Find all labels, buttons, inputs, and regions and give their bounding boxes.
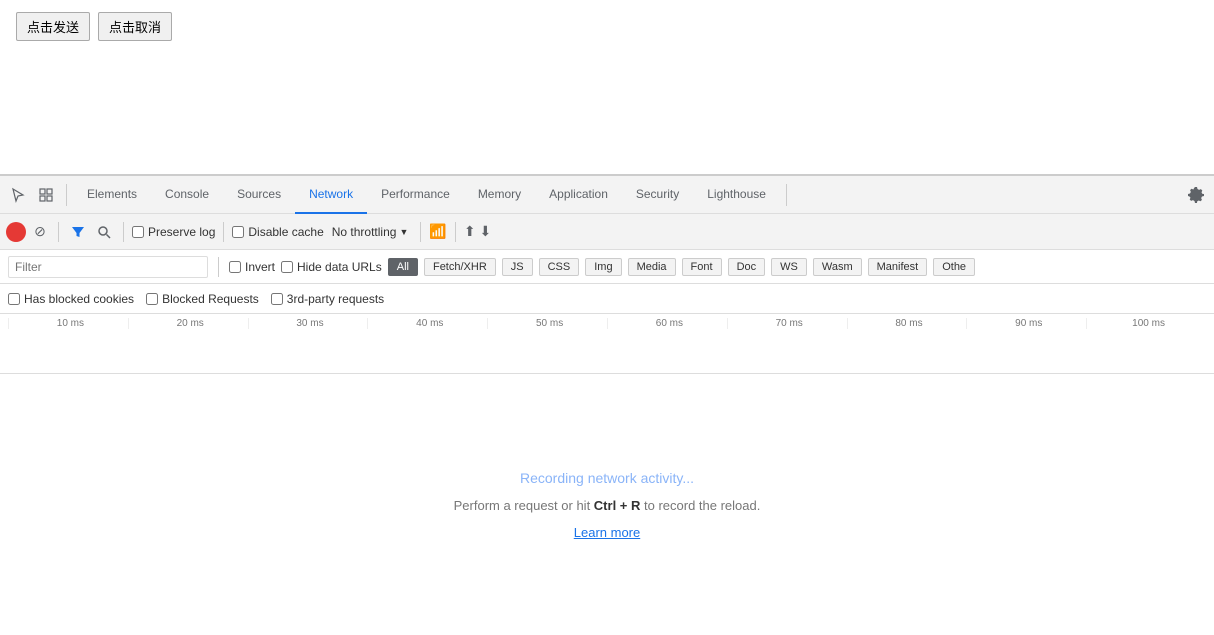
upload-button[interactable]: ⬆	[464, 223, 476, 240]
download-button[interactable]: ⬇	[480, 223, 492, 240]
filter-type-css[interactable]: CSS	[539, 258, 580, 276]
third-party-label: 3rd-party requests	[287, 292, 384, 306]
inspect-icon[interactable]	[32, 181, 60, 209]
blocked-requests-label: Blocked Requests	[162, 292, 259, 306]
toolbar-divider-5	[455, 222, 456, 242]
send-button[interactable]: 点击发送	[16, 12, 90, 41]
cancel-button[interactable]: 点击取消	[98, 12, 172, 41]
invert-checkbox[interactable]: Invert	[229, 260, 275, 274]
hint-text: Perform a request or hit Ctrl + R to rec…	[454, 498, 761, 513]
toolbar-divider-3	[223, 222, 224, 242]
toolbar-divider-1	[58, 222, 59, 242]
record-button[interactable]	[6, 222, 26, 242]
invert-input[interactable]	[229, 261, 241, 273]
tab-lighthouse[interactable]: Lighthouse	[693, 176, 780, 214]
has-blocked-cookies-label: Has blocked cookies	[24, 292, 134, 306]
filter-type-other[interactable]: Othe	[933, 258, 975, 276]
invert-label: Invert	[245, 260, 275, 274]
hide-data-urls-input[interactable]	[281, 261, 293, 273]
tick-40ms: 40 ms	[367, 318, 487, 329]
hint-prefix: Perform a request or hit	[454, 498, 594, 513]
main-content: Recording network activity... Perform a …	[0, 374, 1214, 635]
tick-100ms: 100 ms	[1086, 318, 1206, 329]
toolbar-divider-2	[123, 222, 124, 242]
disable-cache-input[interactable]	[232, 226, 244, 238]
throttle-dropdown[interactable]: No throttling ▼	[328, 223, 413, 241]
blocked-requests-checkbox[interactable]: Blocked Requests	[146, 292, 259, 306]
throttle-chevron-icon: ▼	[399, 227, 408, 237]
wifi-icon: 📶	[429, 223, 446, 240]
tick-10ms: 10 ms	[8, 318, 128, 329]
throttle-label: No throttling	[332, 225, 397, 239]
filter-type-font[interactable]: Font	[682, 258, 722, 276]
hide-data-urls-label: Hide data URLs	[297, 260, 382, 274]
tab-performance[interactable]: Performance	[367, 176, 464, 214]
has-blocked-cookies-checkbox[interactable]: Has blocked cookies	[8, 292, 134, 306]
filter-type-wasm[interactable]: Wasm	[813, 258, 862, 276]
tick-60ms: 60 ms	[607, 318, 727, 329]
tabs-row: Elements Console Sources Network Perform…	[0, 176, 1214, 214]
page-area: 点击发送 点击取消	[0, 0, 1214, 175]
blocked-requests-input[interactable]	[146, 293, 158, 305]
tab-sources[interactable]: Sources	[223, 176, 295, 214]
tick-70ms: 70 ms	[727, 318, 847, 329]
disable-cache-checkbox[interactable]: Disable cache	[232, 225, 323, 239]
filter-type-all[interactable]: All	[388, 258, 418, 276]
cursor-icon[interactable]	[4, 181, 32, 209]
tab-elements[interactable]: Elements	[73, 176, 151, 214]
filter-divider-1	[218, 257, 219, 277]
timeline-area: 10 ms 20 ms 30 ms 40 ms 50 ms 60 ms 70 m…	[0, 314, 1214, 374]
filter-type-media[interactable]: Media	[628, 258, 676, 276]
tick-50ms: 50 ms	[487, 318, 607, 329]
devtools-panel: Elements Console Sources Network Perform…	[0, 175, 1214, 635]
search-icon[interactable]	[93, 221, 115, 243]
filter-icon[interactable]	[67, 221, 89, 243]
third-party-input[interactable]	[271, 293, 283, 305]
tab-network[interactable]: Network	[295, 176, 367, 214]
tick-90ms: 90 ms	[966, 318, 1086, 329]
toolbar-row: ⊘ Preserve log Disable cache No throttli…	[0, 214, 1214, 250]
tick-20ms: 20 ms	[128, 318, 248, 329]
tabs-divider-2	[786, 184, 787, 206]
learn-more-link[interactable]: Learn more	[574, 525, 640, 540]
hide-data-urls-checkbox[interactable]: Hide data URLs	[281, 260, 382, 274]
tab-console[interactable]: Console	[151, 176, 223, 214]
third-party-checkbox[interactable]: 3rd-party requests	[271, 292, 384, 306]
tab-memory[interactable]: Memory	[464, 176, 535, 214]
tab-security[interactable]: Security	[622, 176, 693, 214]
filter-type-doc[interactable]: Doc	[728, 258, 766, 276]
timeline-ticks: 10 ms 20 ms 30 ms 40 ms 50 ms 60 ms 70 m…	[0, 318, 1214, 329]
filter-type-js[interactable]: JS	[502, 258, 533, 276]
shortcut-text: Ctrl + R	[594, 498, 641, 513]
settings-icon[interactable]	[1182, 181, 1210, 209]
filter-row: Invert Hide data URLs All Fetch/XHR JS C…	[0, 250, 1214, 284]
has-blocked-cookies-input[interactable]	[8, 293, 20, 305]
blocked-row: Has blocked cookies Blocked Requests 3rd…	[0, 284, 1214, 314]
recording-text: Recording network activity...	[520, 470, 694, 486]
filter-type-img[interactable]: Img	[585, 258, 621, 276]
preserve-log-input[interactable]	[132, 226, 144, 238]
tick-80ms: 80 ms	[847, 318, 967, 329]
tick-30ms: 30 ms	[248, 318, 368, 329]
filter-type-manifest[interactable]: Manifest	[868, 258, 928, 276]
preserve-log-label: Preserve log	[148, 225, 215, 239]
filter-input[interactable]	[8, 256, 208, 278]
filter-type-ws[interactable]: WS	[771, 258, 807, 276]
stop-button[interactable]: ⊘	[30, 222, 50, 242]
filter-type-fetch-xhr[interactable]: Fetch/XHR	[424, 258, 496, 276]
preserve-log-checkbox[interactable]: Preserve log	[132, 225, 215, 239]
tabs-divider-1	[66, 184, 67, 206]
hint-suffix: to record the reload.	[640, 498, 760, 513]
tab-application[interactable]: Application	[535, 176, 622, 214]
disable-cache-label: Disable cache	[248, 225, 323, 239]
toolbar-divider-4	[420, 222, 421, 242]
